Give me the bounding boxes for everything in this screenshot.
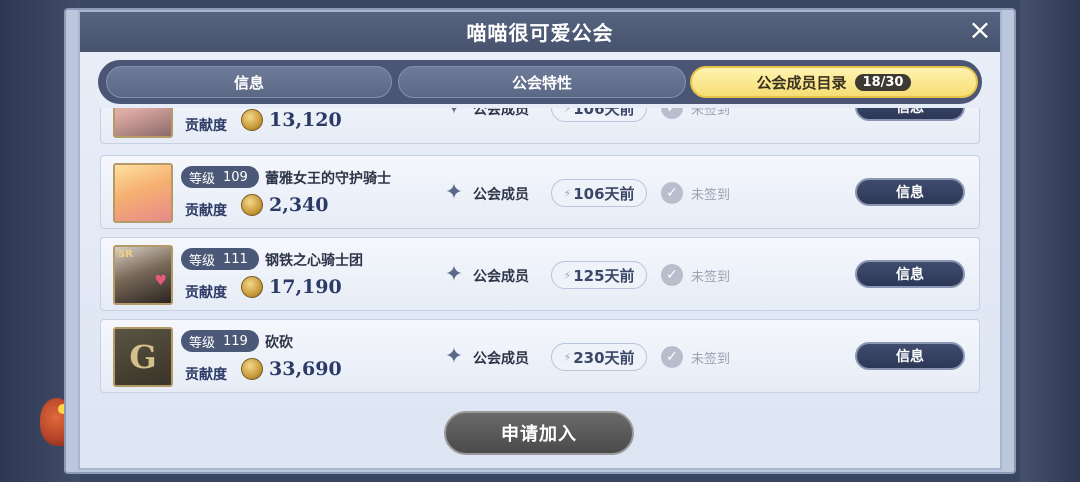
member-count-badge: 18/30 (854, 73, 912, 91)
member-name: 蕾雅女王的守护骑士 (265, 171, 391, 187)
level-badge: 等级 119 (181, 330, 259, 352)
level-label: 等级 (189, 171, 216, 187)
info-button[interactable]: 信息 (855, 342, 965, 370)
avatar-letter: G (129, 338, 157, 376)
guild-title: 喵喵很可爱公会 (466, 20, 614, 45)
member-row: 贡献度 13,120 ✦ 公会成员 106天前 ✓ 未签到 信息 (100, 108, 980, 144)
level-value: 119 (223, 333, 248, 349)
contribution-value: 13,120 (269, 109, 342, 131)
info-button[interactable]: 信息 (855, 178, 965, 206)
coin-icon (241, 276, 263, 298)
member-list[interactable]: 贡献度 13,120 ✦ 公会成员 106天前 ✓ 未签到 信息 等级 109 … (92, 108, 990, 400)
level-label: 等级 (189, 335, 216, 351)
check-icon: ✓ (661, 264, 683, 286)
contribution-value: 17,190 (269, 276, 342, 298)
check-icon: ✓ (661, 108, 683, 119)
member-name: 钢铁之心骑士团 (265, 253, 363, 269)
contribution-label: 贡献度 (185, 285, 227, 301)
coin-icon (241, 194, 263, 216)
member-role: 公会成员 (473, 187, 529, 203)
apply-join-button[interactable]: 申请加入 (444, 411, 634, 455)
check-icon: ✓ (661, 182, 683, 204)
member-avatar[interactable] (113, 163, 173, 223)
tab-guild-traits-label: 公会特性 (511, 73, 572, 92)
contribution-label: 贡献度 (185, 118, 227, 134)
tab-member-list[interactable]: 公会成员目录 18/30 (690, 66, 978, 98)
member-rank-icon: ✦ (444, 180, 464, 205)
level-badge: 等级 109 (181, 166, 259, 188)
level-value: 109 (223, 169, 248, 185)
member-avatar[interactable]: G (113, 327, 173, 387)
tab-guild-traits[interactable]: 公会特性 (398, 66, 686, 98)
contribution-value: 33,690 (269, 358, 342, 380)
info-button[interactable]: 信息 (855, 108, 965, 121)
last-login: 125天前 (551, 261, 647, 289)
member-name: 砍砍 (265, 335, 293, 351)
member-role: 公会成员 (473, 269, 529, 285)
background-right (1020, 0, 1080, 482)
member-row: 等级 109 蕾雅女王的守护骑士 贡献度 2,340 ✦ 公会成员 106天前 … (100, 155, 980, 229)
contribution-label: 贡献度 (185, 203, 227, 219)
sign-in-status: 未签到 (691, 188, 731, 203)
member-rank-icon: ✦ (444, 344, 464, 369)
close-button[interactable]: × (964, 14, 996, 46)
member-role: 公会成员 (473, 351, 529, 367)
last-login: 230天前 (551, 343, 647, 371)
sign-in-status: 未签到 (691, 352, 731, 367)
member-row: G 等级 119 砍砍 贡献度 33,690 ✦ 公会成员 230天前 ✓ 未签… (100, 319, 980, 393)
level-label: 等级 (189, 253, 216, 269)
tab-info[interactable]: 信息 (106, 66, 392, 98)
last-login: 106天前 (551, 108, 647, 122)
tab-info-label: 信息 (233, 73, 264, 92)
level-value: 111 (223, 251, 248, 267)
last-login: 106天前 (551, 179, 647, 207)
member-rank-icon: ✦ (444, 262, 464, 287)
member-avatar[interactable]: SR ♥ (113, 245, 173, 305)
contribution-label: 贡献度 (185, 367, 227, 383)
member-avatar[interactable] (113, 108, 173, 138)
member-rank-icon: ✦ (441, 108, 467, 121)
sign-in-status: 未签到 (691, 270, 731, 285)
coin-icon (241, 358, 263, 380)
heart-icon: ♥ (154, 273, 167, 289)
level-badge: 等级 111 (181, 248, 259, 270)
rarity-badge: SR (118, 249, 133, 260)
sign-in-status: 未签到 (691, 108, 731, 118)
check-icon: ✓ (661, 346, 683, 368)
member-role: 公会成员 (473, 108, 529, 118)
info-button[interactable]: 信息 (855, 260, 965, 288)
tab-member-list-label: 公会成员目录 (756, 73, 847, 92)
member-row: SR ♥ 等级 111 钢铁之心骑士团 贡献度 17,190 ✦ 公会成员 12… (100, 237, 980, 311)
contribution-value: 2,340 (269, 194, 329, 216)
coin-icon (241, 109, 263, 131)
